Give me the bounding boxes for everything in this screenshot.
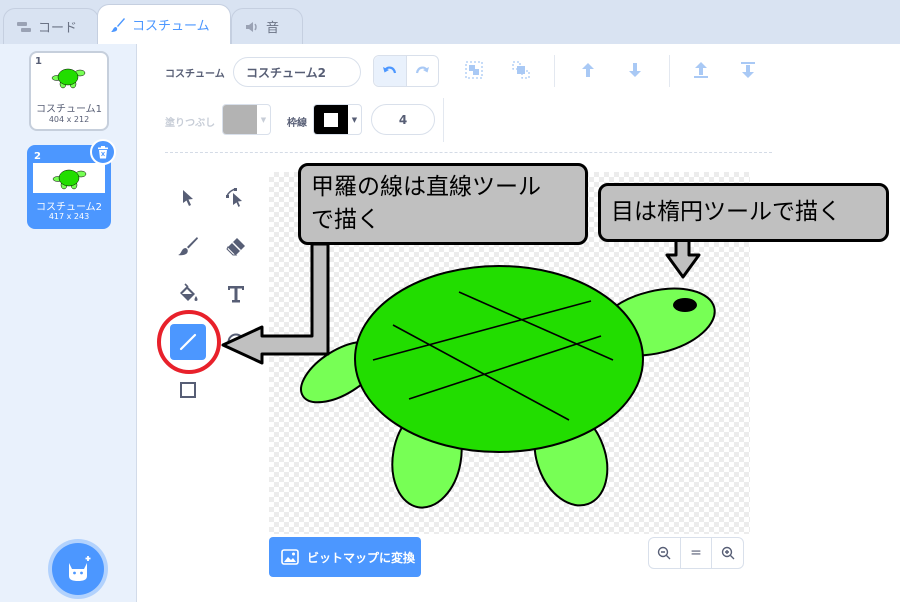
arrow-down-icon [665, 235, 701, 279]
highlight-circle [157, 310, 221, 374]
callout-line-2: で描く [311, 207, 380, 233]
callout-line-1: 甲羅の線は直線ツール [311, 174, 541, 200]
annotation-overlay [157, 235, 701, 374]
line-tool-callout: 甲羅の線は直線ツール で描く [298, 163, 588, 245]
ellipse-tool-callout: 目は楕円ツールで描く [598, 183, 889, 242]
arrow-left-icon [221, 242, 330, 365]
